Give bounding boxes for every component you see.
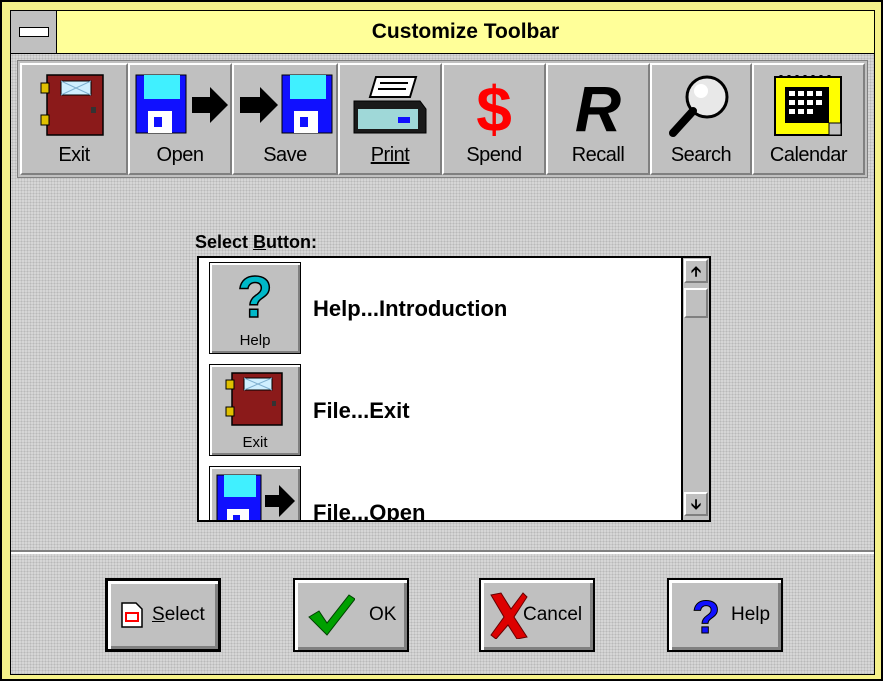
toolbar-open-button[interactable]: Open xyxy=(128,63,232,175)
scroll-thumb[interactable] xyxy=(684,288,708,318)
svg-text:$: $ xyxy=(476,73,512,139)
toolbar-search-label: Search xyxy=(670,144,732,166)
toolbar-calendar-button[interactable]: Calendar xyxy=(752,63,865,175)
list-item[interactable]: ? Help Help...Introduction xyxy=(209,258,669,358)
scroll-down-arrow[interactable]: 🡫 xyxy=(684,492,708,516)
printer-icon xyxy=(353,76,427,134)
svg-text:?: ? xyxy=(237,269,272,325)
disk-arrow-icon xyxy=(135,74,228,134)
toolbar-calendar-label: Calendar xyxy=(769,144,848,166)
toolbar-recall-label: Recall xyxy=(571,144,625,166)
check-icon xyxy=(308,594,355,636)
select-button-label: Select Button: xyxy=(195,232,318,252)
toolbar-recall-button[interactable]: R Recall xyxy=(546,63,650,175)
svg-text:R: R xyxy=(575,73,621,139)
list-item-text: File...Open xyxy=(313,500,426,522)
toolbar-search-button[interactable]: Search xyxy=(650,63,752,175)
list-item-text: File...Exit xyxy=(313,398,410,423)
help-button[interactable]: ? Help xyxy=(667,578,783,652)
toolbar-print-button[interactable]: Print xyxy=(338,63,442,175)
question-icon: ? xyxy=(237,269,274,325)
list-item-button-label: Exit xyxy=(242,434,268,451)
cancel-button[interactable]: Cancel xyxy=(479,578,595,652)
listbox-scrollbar[interactable]: 🡩 🡫 xyxy=(681,258,709,520)
window-title: Customize Toolbar xyxy=(371,20,560,43)
dialog-body: Exit Open Save Print $ Spend R Recall Se… xyxy=(10,54,875,675)
toolbar-save-button[interactable]: Save xyxy=(232,63,338,175)
help-button-label: Help xyxy=(731,604,771,625)
list-item[interactable]: Exit File...Exit xyxy=(209,360,669,460)
divider xyxy=(11,550,874,554)
list-item-button xyxy=(209,466,301,520)
question-icon: ? xyxy=(691,593,720,637)
cancel-button-label: Cancel xyxy=(523,604,583,625)
ok-button[interactable]: OK xyxy=(293,578,409,652)
door-icon xyxy=(40,74,104,136)
recall-r-icon: R xyxy=(575,73,621,139)
magnifier-icon xyxy=(669,75,729,137)
arrow-disk-icon xyxy=(240,74,333,134)
list-item-text: Help...Introduction xyxy=(313,296,508,321)
toolbar-save-label: Save xyxy=(263,144,307,166)
scroll-up-arrow[interactable]: 🡩 xyxy=(684,259,708,283)
toolbar-open-label: Open xyxy=(156,144,204,166)
toolbar-spend-label: Spend xyxy=(466,144,522,166)
disk-arrow-icon xyxy=(216,474,295,520)
toolbar-spend-button[interactable]: $ Spend xyxy=(442,63,546,175)
toolbar: Exit Open Save Print $ Spend R Recall Se… xyxy=(17,60,868,178)
calendar-icon xyxy=(773,75,842,136)
system-menu-icon xyxy=(19,27,49,37)
dollar-icon: $ xyxy=(476,73,512,139)
list-item-button: ? Help xyxy=(209,262,301,354)
list-item-button: Exit xyxy=(209,364,301,456)
select-button-listbox[interactable]: ? Help Help...Introduction Exit File...E… xyxy=(197,256,711,522)
select-button[interactable]: Select xyxy=(105,578,221,652)
ok-button-label: OK xyxy=(369,604,397,625)
door-icon xyxy=(225,372,283,426)
svg-text:?: ? xyxy=(692,593,720,637)
title-bar: Customize Toolbar xyxy=(10,10,875,54)
select-button-label: Select xyxy=(152,604,205,625)
toolbar-exit-label: Exit xyxy=(58,144,90,166)
list-item-button-label: Help xyxy=(239,332,271,349)
toolbar-print-label: Print xyxy=(370,144,410,166)
toolbar-exit-button[interactable]: Exit xyxy=(20,63,128,175)
customize-toolbar-window: Customize Toolbar Exit Open Save Print $… xyxy=(0,0,883,681)
list-item[interactable]: File...Open xyxy=(209,462,669,522)
system-menu-button[interactable] xyxy=(11,11,57,53)
document-icon xyxy=(121,602,143,628)
